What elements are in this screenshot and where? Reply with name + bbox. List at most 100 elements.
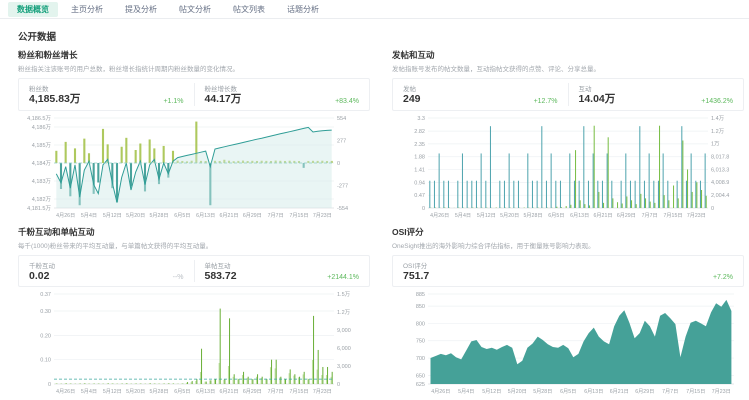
svg-text:6月5日: 6月5日 <box>560 388 576 395</box>
fans-growth-chart[interactable]: 4,186.5万 4,186万 4,185万 4,184万 4,183万 4,182万 4,… <box>18 113 370 220</box>
svg-text:7月15日: 7月15日 <box>289 212 308 219</box>
metric-change: +83.4% <box>335 97 359 105</box>
svg-text:6月5日: 6月5日 <box>174 388 190 395</box>
panel-desc: OneSight推出的海外影响力综合评估指标，用于衡量账号影响力表现。 <box>392 242 595 250</box>
svg-text:0.30: 0.30 <box>40 309 51 315</box>
metric-interactions: 互动 14.04万 +1436.2% <box>567 83 733 106</box>
metric-label: 单帖互动 <box>204 262 231 270</box>
svg-text:6月13日: 6月13日 <box>570 212 589 219</box>
svg-text:7月15日: 7月15日 <box>663 212 682 219</box>
svg-text:5月28日: 5月28日 <box>149 388 168 395</box>
metric-change: +1.1% <box>163 97 184 105</box>
svg-text:4月26日: 4月26日 <box>56 388 75 395</box>
svg-text:0: 0 <box>711 206 714 212</box>
svg-text:1.2万: 1.2万 <box>711 127 725 134</box>
svg-text:0.20: 0.20 <box>40 333 51 339</box>
metrics-box: 发帖 249 +12.7% 互动 14.04万 +1436.2% <box>392 78 744 111</box>
metric-label: 千粉互动 <box>29 262 55 270</box>
svg-text:885: 885 <box>416 292 425 298</box>
svg-text:5月28日: 5月28日 <box>149 212 168 219</box>
svg-text:5月20日: 5月20日 <box>508 388 527 395</box>
svg-text:6月13日: 6月13日 <box>196 212 215 219</box>
metric-per-post: 单帖互动 583.72 +2144.1% <box>193 259 359 283</box>
metric-change: +1436.2% <box>701 97 733 105</box>
panel-title: 发帖和互动 <box>392 50 435 60</box>
svg-text:700: 700 <box>416 356 425 362</box>
metric-change: +7.2% <box>712 274 733 282</box>
tab-data-overview[interactable]: 数据概览 <box>8 1 58 17</box>
svg-text:1.5万: 1.5万 <box>337 291 351 298</box>
svg-text:3.3: 3.3 <box>417 116 425 122</box>
svg-text:5月28日: 5月28日 <box>533 388 552 395</box>
tab-topic-analysis[interactable]: 话题分析 <box>278 2 328 17</box>
svg-text:-277: -277 <box>337 183 348 189</box>
metric-fans-growth: 粉丝增长数 44.17万 +83.4% <box>193 83 359 106</box>
svg-text:3,000: 3,000 <box>337 364 351 370</box>
metrics-box: OSI评分 751.7 +7.2% <box>392 254 744 288</box>
metric-per-kilo-fan: 千粉互动 0.02 --% <box>29 260 184 283</box>
svg-text:4月26日: 4月26日 <box>56 212 75 219</box>
svg-text:7月23日: 7月23日 <box>712 388 731 395</box>
osi-score-chart[interactable]: 885 850 800 750 700 650 625 4月26日 5月4日 5月12日 5月20日… <box>392 289 744 396</box>
svg-text:0.37: 0.37 <box>40 292 51 298</box>
svg-text:7月7日: 7月7日 <box>268 388 284 395</box>
tab-post-list[interactable]: 帖文列表 <box>224 2 274 17</box>
metrics-box: 粉丝数 4,185.83万 +1.1% 粉丝增长数 44.17万 +83.4% <box>18 78 370 111</box>
svg-text:6月21日: 6月21日 <box>610 388 629 395</box>
metric-posts: 发帖 249 +12.7% <box>403 83 558 106</box>
svg-text:750: 750 <box>416 339 425 345</box>
svg-text:800: 800 <box>416 322 425 328</box>
svg-text:4月26日: 4月26日 <box>431 388 450 395</box>
posts-interactions-chart[interactable]: 3.3 2.82 2.35 1.88 1.41 0.94 0.47 0 1.4万 1.2万 1万 8,… <box>392 113 744 220</box>
metric-change: --% <box>172 274 184 282</box>
svg-text:4,181.5万: 4,181.5万 <box>27 205 51 212</box>
tab-mention-analysis[interactable]: 提及分析 <box>116 2 166 17</box>
svg-text:6月13日: 6月13日 <box>196 388 215 395</box>
metric-value: 751.7 <box>403 269 430 282</box>
svg-text:0.10: 0.10 <box>40 358 51 364</box>
svg-text:8,017.8: 8,017.8 <box>711 154 729 160</box>
panel-osi-score: OSI评分 OneSight推出的海外影响力综合评估指标，用于衡量账号影响力表现… <box>392 226 744 397</box>
svg-text:0: 0 <box>48 382 51 388</box>
svg-text:6月21日: 6月21日 <box>219 212 238 219</box>
svg-text:6月29日: 6月29日 <box>243 388 262 395</box>
metric-value: 583.72 <box>204 269 237 282</box>
svg-text:7月7日: 7月7日 <box>268 212 284 219</box>
svg-text:5月4日: 5月4日 <box>81 212 97 219</box>
svg-text:850: 850 <box>416 304 425 310</box>
svg-text:4,186万: 4,186万 <box>32 124 52 131</box>
svg-text:6月13日: 6月13日 <box>584 388 603 395</box>
metric-change: +12.7% <box>533 97 558 105</box>
svg-text:0: 0 <box>337 382 340 388</box>
metric-value: 0.02 <box>29 269 50 282</box>
svg-text:7月15日: 7月15日 <box>686 388 705 395</box>
metric-value: 4,185.83万 <box>29 93 81 105</box>
svg-text:4,182万: 4,182万 <box>32 196 52 203</box>
panels-grid: 粉丝和粉丝增长 粉丝指关注该账号的用户总数，粉丝增长指统计周期内粉丝数量的变化情… <box>18 49 744 397</box>
metric-label: 发帖 <box>403 86 416 93</box>
svg-text:7月23日: 7月23日 <box>313 212 332 219</box>
top-nav: 数据概览 主页分析 提及分析 帖文分析 帖文列表 话题分析 <box>0 0 749 19</box>
svg-text:5月12日: 5月12日 <box>103 388 122 395</box>
metric-value: 14.04万 <box>578 93 616 105</box>
svg-text:6月21日: 6月21日 <box>593 212 612 219</box>
metric-value: 249 <box>403 93 421 105</box>
svg-text:4,184万: 4,184万 <box>32 160 52 167</box>
panel-per-fan-interactions: 千粉互动和单帖互动 每千(1000)粉丝带来的平均互动量，与单篇帖文获得的平均互… <box>18 226 370 397</box>
tab-homepage-analysis[interactable]: 主页分析 <box>62 2 112 17</box>
panel-desc: 发帖指账号发布的帖文数量，互动指帖文获得的点赞、评论、分享总量。 <box>392 66 600 73</box>
svg-text:6月29日: 6月29日 <box>617 212 636 219</box>
metric-change: +2144.1% <box>327 274 359 282</box>
svg-text:7月7日: 7月7日 <box>662 388 678 395</box>
svg-text:5月4日: 5月4日 <box>81 388 97 395</box>
per-fan-interactions-chart[interactable]: 0.37 0.30 0.20 0.10 0 1.5万 1.2万 9,000 6,000 3,000… <box>18 289 370 396</box>
svg-text:5月4日: 5月4日 <box>458 388 474 395</box>
svg-text:5月12日: 5月12日 <box>103 212 122 219</box>
metric-label: 粉丝增长数 <box>204 86 238 93</box>
svg-text:0.47: 0.47 <box>414 193 425 199</box>
tab-post-analysis[interactable]: 帖文分析 <box>170 2 220 17</box>
panel-desc: 每千(1000)粉丝带来的平均互动量，与单篇帖文获得的平均互动量。 <box>18 242 213 250</box>
metric-fans-total: 粉丝数 4,185.83万 +1.1% <box>29 83 184 106</box>
svg-text:6月5日: 6月5日 <box>548 212 564 219</box>
svg-text:0: 0 <box>337 161 340 167</box>
